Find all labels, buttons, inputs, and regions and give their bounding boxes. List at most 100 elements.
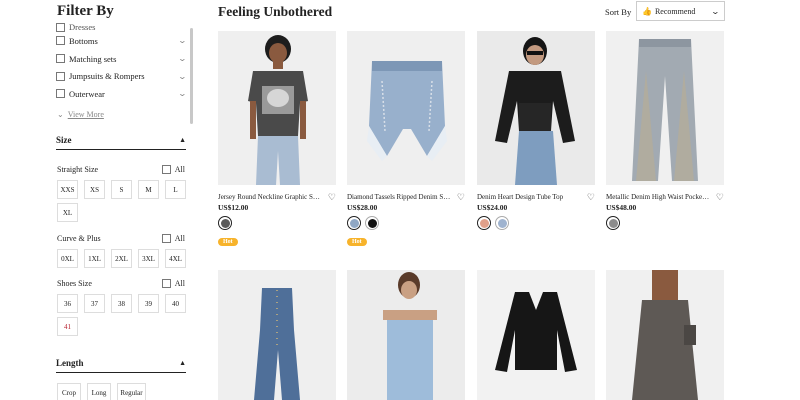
color-swatch[interactable]	[606, 216, 620, 230]
model-image	[383, 272, 437, 400]
product-name[interactable]: Metallic Denim High Waist Pocket ...	[606, 193, 710, 201]
thumbs-up-icon: 👍	[642, 6, 652, 16]
swatch-list	[347, 216, 465, 230]
size-chip-1xl[interactable]: 1XL	[84, 249, 105, 268]
denim-shorts-image	[367, 61, 447, 161]
model-image	[495, 37, 575, 185]
shoes-size-chips: 36 37 38 39 40 41	[57, 294, 192, 336]
category-label: Outerwear	[69, 88, 105, 99]
category-item-bottoms[interactable]: Bottoms ⌄	[56, 32, 187, 50]
sort-label: Sort By	[605, 7, 632, 17]
size-chip-3xl[interactable]: 3XL	[138, 249, 159, 268]
product-name[interactable]: Denim Heart Design Tube Top	[477, 193, 581, 201]
color-swatch[interactable]	[495, 216, 509, 230]
product-image[interactable]	[347, 270, 465, 400]
product-image[interactable]	[477, 31, 595, 185]
size-chip-xs[interactable]: XS	[84, 180, 105, 199]
size-chip-l[interactable]: L	[165, 180, 186, 199]
product-price: US$12.00	[218, 203, 249, 212]
curve-plus-all[interactable]: All	[161, 234, 185, 243]
length-chip-regular[interactable]: Regular	[117, 383, 146, 400]
product-image[interactable]	[606, 270, 724, 400]
product-card[interactable]	[477, 270, 595, 400]
product-card[interactable]: Denim Heart Design Tube Top ♡ US$24.00	[477, 31, 595, 230]
category-checkbox[interactable]	[56, 36, 65, 46]
category-checkbox[interactable]	[56, 54, 65, 64]
view-more-link[interactable]: ⌄ View More	[57, 110, 104, 119]
product-image[interactable]	[218, 31, 336, 185]
heart-icon[interactable]: ♡	[716, 192, 724, 203]
heart-icon[interactable]: ♡	[457, 192, 465, 203]
product-name[interactable]: Diamond Tassels Ripped Denim Sh...	[347, 193, 451, 201]
chevron-down-icon[interactable]: ⌄	[178, 54, 187, 63]
category-item-dresses[interactable]: Dresses	[56, 22, 186, 32]
heart-icon[interactable]: ♡	[328, 192, 336, 203]
size-chip-xl[interactable]: XL	[57, 203, 78, 222]
size-chip-2xl[interactable]: 2XL	[111, 249, 132, 268]
all-checkbox[interactable]	[161, 279, 171, 288]
page-title: Feeling Unbothered	[218, 4, 333, 19]
chevron-down-icon[interactable]: ⌄	[178, 89, 187, 98]
hot-badge: Hot	[218, 238, 238, 246]
product-card[interactable]	[218, 270, 336, 400]
product-image[interactable]	[218, 270, 336, 400]
straight-size-chips: XXS XS S M L XL	[57, 180, 192, 222]
size-chip-xxs[interactable]: XXS	[57, 180, 78, 199]
product-price: US$24.00	[477, 203, 508, 212]
category-item-outerwear[interactable]: Outerwear ⌄	[56, 85, 187, 103]
chevron-up-icon: ▲	[179, 358, 186, 367]
denim-jumpsuit-image	[254, 288, 300, 400]
size-chip-41[interactable]: 41	[57, 317, 78, 336]
product-card[interactable]	[606, 270, 724, 400]
straight-size-all[interactable]: All	[161, 165, 185, 174]
size-chip-38[interactable]: 38	[111, 294, 132, 313]
category-label: Jumpsuits & Rompers	[69, 71, 145, 82]
color-swatch[interactable]	[365, 216, 379, 230]
size-chip-4xl[interactable]: 4XL	[165, 249, 186, 268]
length-chip-long[interactable]: Long	[87, 383, 111, 400]
length-section-header[interactable]: Length ▲	[56, 353, 186, 373]
size-section-header[interactable]: Size ▲	[56, 130, 186, 150]
color-swatch[interactable]	[477, 216, 491, 230]
all-checkbox[interactable]	[161, 234, 171, 243]
model-image	[248, 35, 308, 185]
length-chips: Crop Long Regular	[57, 383, 192, 400]
category-list: Dresses Bottoms ⌄ Matching sets ⌄ Jumpsu…	[56, 22, 187, 103]
size-chip-40[interactable]: 40	[165, 294, 186, 313]
size-chip-s[interactable]: S	[111, 180, 132, 199]
product-card[interactable]: Jersey Round Neckline Graphic Sho... ♡ US…	[218, 31, 336, 248]
product-image[interactable]	[606, 31, 724, 185]
filter-title: Filter By	[57, 3, 114, 19]
product-card[interactable]	[347, 270, 465, 400]
product-image[interactable]	[347, 31, 465, 185]
product-card[interactable]: Metallic Denim High Waist Pocket ... ♡ US…	[606, 31, 724, 230]
chevron-down-icon: ⌄	[57, 110, 64, 119]
all-checkbox[interactable]	[161, 165, 171, 174]
category-label: Matching sets	[69, 53, 117, 64]
product-name[interactable]: Jersey Round Neckline Graphic Sho...	[218, 193, 322, 201]
hot-badge: Hot	[347, 238, 367, 246]
category-checkbox[interactable]	[56, 23, 65, 32]
chevron-down-icon: ⌄	[710, 6, 721, 16]
shoes-size-all[interactable]: All	[161, 279, 185, 288]
category-checkbox[interactable]	[56, 71, 65, 81]
curve-plus-chips: 0XL 1XL 2XL 3XL 4XL	[57, 249, 192, 268]
color-swatch[interactable]	[218, 216, 232, 230]
chevron-down-icon[interactable]: ⌄	[178, 36, 187, 45]
size-chip-37[interactable]: 37	[84, 294, 105, 313]
category-checkbox[interactable]	[56, 89, 65, 99]
size-chip-0xl[interactable]: 0XL	[57, 249, 78, 268]
size-chip-36[interactable]: 36	[57, 294, 78, 313]
product-card[interactable]: Diamond Tassels Ripped Denim Sh... ♡ US$2…	[347, 31, 465, 248]
color-swatch[interactable]	[347, 216, 361, 230]
chevron-down-icon[interactable]: ⌄	[178, 72, 187, 81]
size-chip-m[interactable]: M	[138, 180, 159, 199]
category-item-matching-sets[interactable]: Matching sets ⌄	[56, 50, 187, 68]
product-image[interactable]	[477, 270, 595, 400]
sidebar-scrollbar[interactable]	[190, 28, 193, 124]
heart-icon[interactable]: ♡	[587, 192, 595, 203]
length-chip-crop[interactable]: Crop	[57, 383, 81, 400]
category-item-jumpsuits[interactable]: Jumpsuits & Rompers ⌄	[56, 67, 187, 85]
sort-select[interactable]: 👍 Recommend ⌄	[636, 1, 725, 21]
size-chip-39[interactable]: 39	[138, 294, 159, 313]
